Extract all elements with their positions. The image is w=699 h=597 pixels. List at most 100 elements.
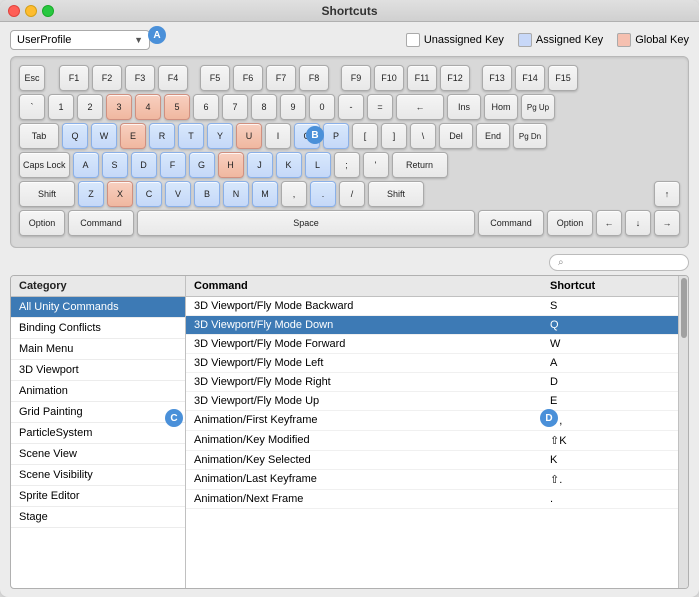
command-row[interactable]: 3D Viewport/Fly Mode UpE	[186, 392, 678, 411]
key-f5[interactable]: F5	[200, 65, 230, 91]
key-lbracket[interactable]: [	[352, 123, 378, 149]
key-4[interactable]: 4	[135, 94, 161, 120]
key-8[interactable]: 8	[251, 94, 277, 120]
minimize-button[interactable]	[25, 5, 37, 17]
key-f14[interactable]: F14	[515, 65, 545, 91]
category-item[interactable]: Stage	[11, 507, 185, 528]
key-option-right[interactable]: Option	[547, 210, 593, 236]
key-h[interactable]: H	[218, 152, 244, 178]
key-f4[interactable]: F4	[158, 65, 188, 91]
key-f[interactable]: F	[160, 152, 186, 178]
key-7[interactable]: 7	[222, 94, 248, 120]
category-item[interactable]: Animation	[11, 381, 185, 402]
key-f12[interactable]: F12	[440, 65, 470, 91]
key-g[interactable]: G	[189, 152, 215, 178]
key-6[interactable]: 6	[193, 94, 219, 120]
key-option-left[interactable]: Option	[19, 210, 65, 236]
command-row[interactable]: 3D Viewport/Fly Mode BackwardS	[186, 297, 678, 316]
category-item[interactable]: Sprite Editor	[11, 486, 185, 507]
key-command-left[interactable]: Command	[68, 210, 134, 236]
key-b[interactable]: B	[194, 181, 220, 207]
key-shift-right[interactable]: Shift	[368, 181, 424, 207]
key-shift-left[interactable]: Shift	[19, 181, 75, 207]
key-backslash[interactable]: \	[410, 123, 436, 149]
key-f2[interactable]: F2	[92, 65, 122, 91]
category-item[interactable]: Scene Visibility	[11, 465, 185, 486]
key-0[interactable]: 0	[309, 94, 335, 120]
key-5[interactable]: 5	[164, 94, 190, 120]
key-2[interactable]: 2	[77, 94, 103, 120]
key-end[interactable]: End	[476, 123, 510, 149]
key-command-right[interactable]: Command	[478, 210, 544, 236]
maximize-button[interactable]	[42, 5, 54, 17]
key-up[interactable]: ↑	[654, 181, 680, 207]
key-t[interactable]: T	[178, 123, 204, 149]
category-item[interactable]: Binding Conflicts	[11, 318, 185, 339]
key-d[interactable]: D	[131, 152, 157, 178]
category-item[interactable]: Scene View	[11, 444, 185, 465]
key-right[interactable]: →	[654, 210, 680, 236]
key-1[interactable]: 1	[48, 94, 74, 120]
key-j[interactable]: J	[247, 152, 273, 178]
key-e[interactable]: E	[120, 123, 146, 149]
profile-dropdown[interactable]: UserProfile ▼	[10, 30, 150, 50]
key-i[interactable]: I	[265, 123, 291, 149]
close-button[interactable]	[8, 5, 20, 17]
key-f11[interactable]: F11	[407, 65, 437, 91]
key-q[interactable]: Q	[62, 123, 88, 149]
key-home[interactable]: Hom	[484, 94, 518, 120]
category-item[interactable]: Main Menu	[11, 339, 185, 360]
key-f8[interactable]: F8	[299, 65, 329, 91]
key-n[interactable]: N	[223, 181, 249, 207]
key-m[interactable]: M	[252, 181, 278, 207]
command-row[interactable]: Animation/First Keyframe⇧,	[186, 411, 678, 431]
command-row[interactable]: Animation/Key Modified⇧K	[186, 431, 678, 451]
key-y[interactable]: Y	[207, 123, 233, 149]
key-minus[interactable]: -	[338, 94, 364, 120]
key-ins[interactable]: Ins	[447, 94, 481, 120]
key-rbracket[interactable]: ]	[381, 123, 407, 149]
key-pgdn[interactable]: Pg Dn	[513, 123, 547, 149]
key-9[interactable]: 9	[280, 94, 306, 120]
key-f6[interactable]: F6	[233, 65, 263, 91]
search-box[interactable]: ⌕	[549, 254, 689, 271]
key-equals[interactable]: =	[367, 94, 393, 120]
command-row[interactable]: Animation/Next Frame.	[186, 490, 678, 509]
key-c[interactable]: C	[136, 181, 162, 207]
key-r[interactable]: R	[149, 123, 175, 149]
key-x[interactable]: X	[107, 181, 133, 207]
key-u[interactable]: U	[236, 123, 262, 149]
key-f15[interactable]: F15	[548, 65, 578, 91]
key-a[interactable]: A	[73, 152, 99, 178]
key-del[interactable]: Del	[439, 123, 473, 149]
key-f7[interactable]: F7	[266, 65, 296, 91]
key-backtick[interactable]: `	[19, 94, 45, 120]
key-semicolon[interactable]: ;	[334, 152, 360, 178]
key-return[interactable]: Return	[392, 152, 448, 178]
command-row[interactable]: 3D Viewport/Fly Mode DownQ	[186, 316, 678, 335]
key-f9[interactable]: F9	[341, 65, 371, 91]
key-caps-lock[interactable]: Caps Lock	[19, 152, 70, 178]
category-item[interactable]: ParticleSystem	[11, 423, 185, 444]
category-item[interactable]: 3D Viewport	[11, 360, 185, 381]
key-f13[interactable]: F13	[482, 65, 512, 91]
command-row[interactable]: 3D Viewport/Fly Mode LeftA	[186, 354, 678, 373]
key-space[interactable]: Space	[137, 210, 475, 236]
key-comma[interactable]: ,	[281, 181, 307, 207]
key-s[interactable]: S	[102, 152, 128, 178]
key-k[interactable]: K	[276, 152, 302, 178]
key-z[interactable]: Z	[78, 181, 104, 207]
key-slash[interactable]: /	[339, 181, 365, 207]
command-row[interactable]: Animation/Last Keyframe⇧.	[186, 470, 678, 490]
key-f10[interactable]: F10	[374, 65, 404, 91]
key-tab[interactable]: Tab	[19, 123, 59, 149]
command-row[interactable]: 3D Viewport/Fly Mode RightD	[186, 373, 678, 392]
key-w[interactable]: W	[91, 123, 117, 149]
command-row[interactable]: Animation/Key SelectedK	[186, 451, 678, 470]
key-backspace[interactable]: ←	[396, 94, 444, 120]
key-left[interactable]: ←	[596, 210, 622, 236]
key-l[interactable]: L	[305, 152, 331, 178]
key-f1[interactable]: F1	[59, 65, 89, 91]
key-down[interactable]: ↓	[625, 210, 651, 236]
key-quote[interactable]: '	[363, 152, 389, 178]
